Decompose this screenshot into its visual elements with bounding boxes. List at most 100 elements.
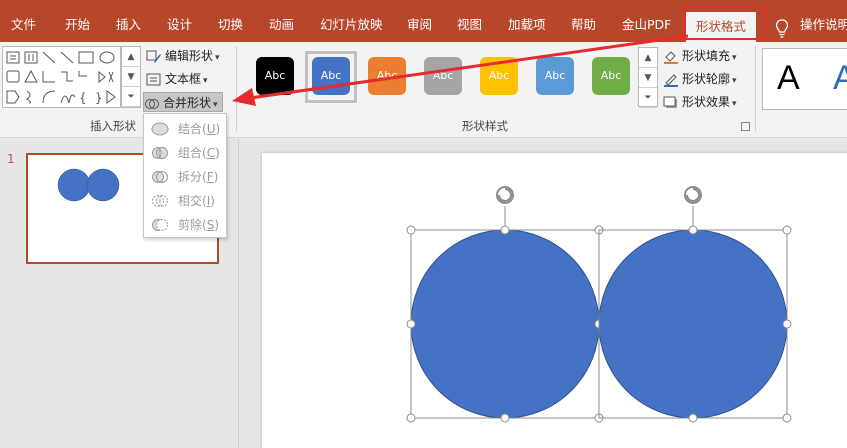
- merge-shapes-button[interactable]: 合并形状 ▾: [143, 92, 223, 112]
- insert-shapes-group-label: 插入形状: [90, 119, 136, 133]
- text-box-shape-icon: [6, 51, 20, 64]
- more-icon[interactable]: ⏷: [639, 88, 657, 108]
- edit-shape-button[interactable]: 编辑形状 ▾: [146, 46, 220, 66]
- fragment-icon: [152, 171, 168, 183]
- thumb-circle-right: [86, 168, 120, 202]
- shape-fill-button[interactable]: 形状填充 ▾: [663, 46, 737, 66]
- text-box-button[interactable]: 文本框 ▾: [146, 69, 208, 89]
- circle-shape-right[interactable]: [598, 229, 788, 419]
- chevron-shape-icon: [98, 70, 106, 84]
- arc-shape-icon: [42, 90, 56, 104]
- rectangle-shape-icon: [78, 51, 94, 64]
- dialog-launcher-icon[interactable]: [741, 122, 750, 131]
- more-icon[interactable]: ⏷: [122, 87, 140, 107]
- dropdown-arrow-icon: ▾: [203, 76, 208, 86]
- annotation-highlight-box: [683, 6, 767, 40]
- menu-item-intersect[interactable]: 相交(I): [148, 190, 226, 212]
- pen-icon: [664, 73, 678, 87]
- curve-shape-icon: [26, 90, 32, 104]
- tab-home[interactable]: 开始: [65, 8, 90, 42]
- style-tile-label: Abc: [432, 69, 454, 82]
- shape-outline-label: 形状轮廓: [682, 72, 731, 86]
- style-tile-blue[interactable]: Abc: [312, 57, 350, 95]
- rotate-handle-icon[interactable]: [684, 186, 702, 204]
- circle-shape-left[interactable]: [410, 229, 600, 419]
- shape-outline-button[interactable]: 形状轮廓 ▾: [663, 69, 737, 89]
- shapes-gallery[interactable]: { }: [2, 46, 121, 108]
- menu-item-subtract[interactable]: 剪除(S): [148, 214, 226, 236]
- scroll-up-icon[interactable]: ▲: [639, 48, 657, 68]
- combine-icon: [152, 147, 168, 159]
- ribbon: { } ▲ ▼ ⏷ 编辑形状 ▾ 文本框 ▾ 合并形状 ▾ 插入形状 Abc Abc …: [0, 42, 847, 138]
- tab-slideshow[interactable]: 幻灯片放映: [320, 8, 383, 42]
- tab-design[interactable]: 设计: [167, 8, 192, 42]
- wordart-styles-gallery[interactable]: A A: [762, 48, 847, 110]
- tab-file[interactable]: 文件: [11, 8, 36, 42]
- style-tile-lightblue[interactable]: Abc: [536, 57, 574, 95]
- line-shape-icon: [42, 51, 56, 64]
- style-tile-label: Abc: [544, 69, 566, 82]
- wordart-sample-blue: A: [833, 59, 847, 97]
- menu-item-combine[interactable]: 组合(C): [148, 142, 226, 164]
- tab-wps-pdf[interactable]: 金山PDF: [622, 8, 671, 42]
- dropdown-arrow-icon: ▾: [732, 76, 737, 86]
- style-tile-label: Abc: [320, 69, 342, 82]
- rotate-handle-icon[interactable]: [496, 186, 514, 204]
- merge-shapes-label: 合并形状: [163, 96, 212, 110]
- group-separator: [236, 46, 237, 132]
- dropdown-arrow-icon: ▾: [213, 100, 218, 110]
- edit-shape-icon: [146, 50, 161, 63]
- menu-item-label: 组合(C): [178, 146, 220, 160]
- tab-view[interactable]: 视图: [457, 8, 482, 42]
- menu-item-fragment[interactable]: 拆分(F): [148, 166, 226, 188]
- style-tile-label: Abc: [376, 69, 398, 82]
- tab-review[interactable]: 审阅: [407, 8, 432, 42]
- menu-item-label: 拆分(F): [178, 170, 219, 184]
- slide-number: 1: [7, 152, 15, 166]
- subtract-icon: [152, 219, 168, 231]
- tell-me-search[interactable]: 操作说明: [800, 8, 847, 42]
- tab-help[interactable]: 帮助: [571, 8, 596, 42]
- menu-item-label: 相交(I): [178, 194, 215, 208]
- style-tile-label: Abc: [264, 69, 286, 82]
- style-tile-gray[interactable]: Abc: [424, 57, 462, 95]
- rounded-rectangle-shape-icon: [6, 70, 20, 83]
- thumb-circle-left: [57, 168, 91, 202]
- style-tile-green[interactable]: Abc: [592, 57, 630, 95]
- wordart-sample-black: A: [777, 59, 800, 97]
- freeform-shape-icon: [60, 94, 76, 104]
- group-separator: [755, 46, 756, 132]
- dropdown-arrow-icon: ▾: [215, 53, 220, 63]
- paint-bucket-icon: [664, 50, 678, 64]
- scroll-down-icon[interactable]: ▼: [122, 67, 140, 87]
- tab-insert[interactable]: 插入: [116, 8, 141, 42]
- style-tile-gold[interactable]: Abc: [480, 57, 518, 95]
- scroll-down-icon[interactable]: ▼: [639, 68, 657, 88]
- svg-text:{: {: [79, 91, 87, 105]
- menu-item-union[interactable]: 结合(U): [148, 118, 226, 140]
- shapes-gallery-scroll[interactable]: ▲ ▼ ⏷: [121, 46, 141, 108]
- shape-effects-label: 形状效果: [682, 95, 731, 109]
- dropdown-arrow-icon: ▾: [732, 99, 737, 109]
- styles-gallery-scroll[interactable]: ▲ ▼ ⏷: [638, 47, 658, 108]
- tab-addins[interactable]: 加载项: [508, 8, 546, 42]
- oval-shape-icon: [99, 51, 115, 64]
- pane-splitter[interactable]: [238, 139, 239, 448]
- arrow-shape-icon: [60, 51, 74, 64]
- scroll-up-icon[interactable]: ▲: [122, 47, 140, 67]
- pentagon-shape-icon: [6, 90, 20, 104]
- lightbulb-icon: [775, 19, 789, 38]
- slide-canvas[interactable]: [262, 153, 847, 448]
- tab-transitions[interactable]: 切换: [218, 8, 243, 42]
- tab-animations[interactable]: 动画: [269, 8, 294, 42]
- triangle-shape-icon: [24, 69, 38, 83]
- style-tile-label: Abc: [600, 69, 622, 82]
- text-box-icon: [146, 73, 161, 85]
- style-tile-orange[interactable]: Abc: [368, 57, 406, 95]
- elbow-connector-shape-icon: [61, 71, 73, 82]
- merge-shapes-icon: [145, 98, 159, 109]
- shape-styles-group-label: 形状样式: [462, 119, 508, 133]
- style-tile-black[interactable]: Abc: [256, 57, 294, 95]
- elbow-arrow-shape-icon: [78, 71, 87, 77]
- shape-effects-button[interactable]: 形状效果 ▾: [663, 92, 737, 112]
